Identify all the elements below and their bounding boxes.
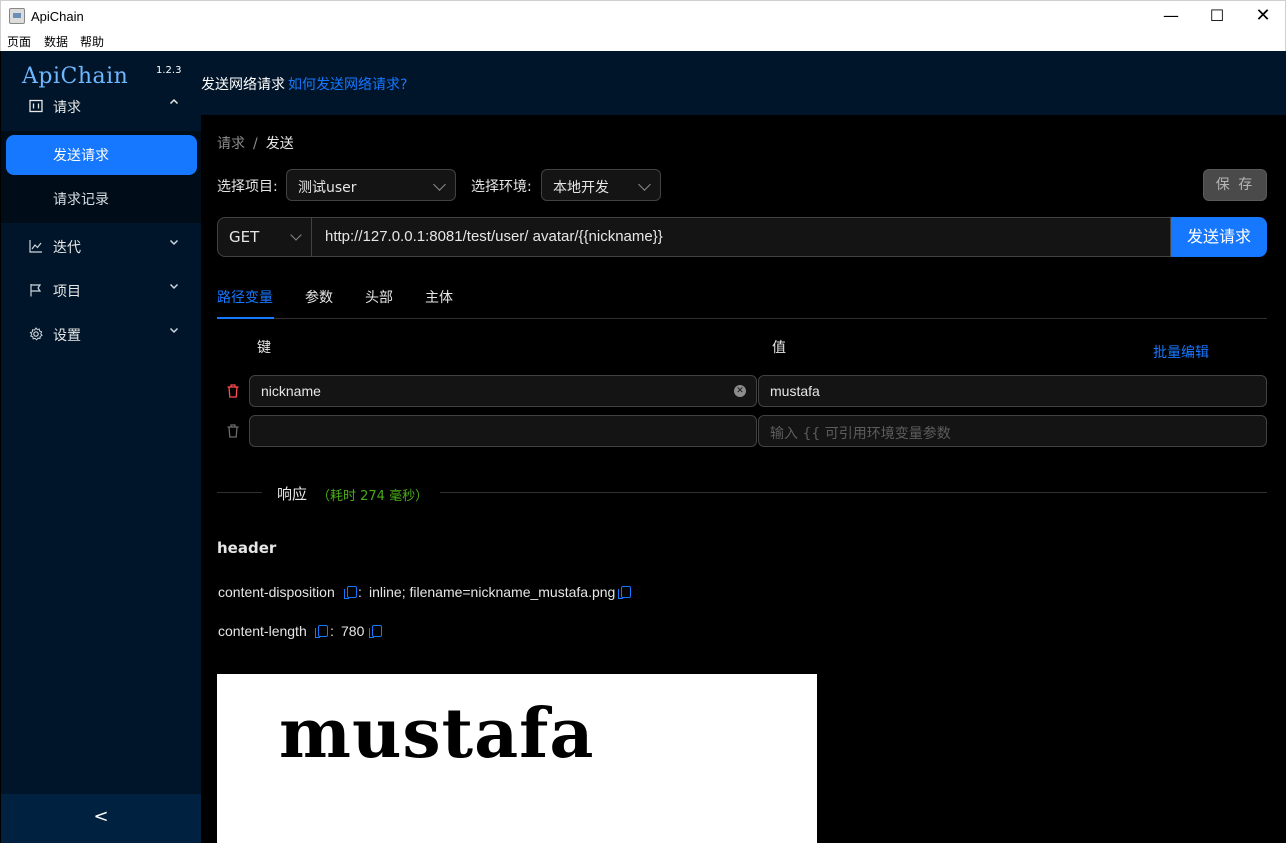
response-title: 响应 bbox=[277, 485, 308, 503]
tab-path-variables[interactable]: 路径变量 bbox=[217, 287, 273, 307]
breadcrumb-parent[interactable]: 请求 bbox=[217, 136, 245, 152]
tab-body[interactable]: 主体 bbox=[425, 287, 453, 307]
sidebar-collapse-button[interactable]: < bbox=[1, 794, 201, 843]
clear-icon[interactable]: ✕ bbox=[734, 385, 746, 397]
delete-icon[interactable] bbox=[227, 424, 239, 438]
breadcrumb-current: 发送 bbox=[265, 136, 294, 152]
window-titlebar: ApiChain — ☐ ✕ bbox=[0, 0, 1286, 31]
param-key-value: nickname bbox=[261, 383, 321, 399]
chevron-down-icon bbox=[169, 324, 179, 338]
sidebar-item-request-history[interactable]: 请求记录 bbox=[6, 179, 197, 219]
breadcrumb-separator: / bbox=[253, 136, 258, 152]
menu-page[interactable]: 页面 bbox=[7, 33, 31, 50]
sidebar-group-label: 迭代 bbox=[53, 240, 81, 256]
app-icon bbox=[9, 8, 25, 24]
copy-icon[interactable] bbox=[618, 586, 631, 599]
param-value-input-empty[interactable]: 输入 {{ 可引用环境变量参数 bbox=[758, 415, 1267, 447]
sidebar-item-label: 请求记录 bbox=[53, 192, 109, 208]
tab-headers[interactable]: 头部 bbox=[365, 287, 393, 307]
param-key-input[interactable]: nickname ✕ bbox=[249, 375, 757, 407]
maximize-button[interactable]: ☐ bbox=[1194, 1, 1240, 32]
sidebar-item-label: 发送请求 bbox=[53, 148, 109, 164]
method-select[interactable]: GET bbox=[217, 217, 312, 257]
response-header-key: content-length bbox=[218, 623, 307, 639]
version-label: 1.2.3 bbox=[156, 65, 182, 76]
sidebar-item-send-request[interactable]: 发送请求 bbox=[6, 135, 197, 175]
project-flag-icon bbox=[30, 284, 42, 297]
param-value-placeholder: 输入 {{ 可引用环境变量参数 bbox=[770, 426, 951, 442]
divider bbox=[217, 492, 262, 493]
response-time: （耗时 274 毫秒） bbox=[317, 489, 429, 504]
value-column-header: 值 bbox=[772, 340, 786, 356]
menu-help[interactable]: 帮助 bbox=[80, 33, 104, 50]
tab-params[interactable]: 参数 bbox=[305, 287, 333, 307]
sidebar-group-label: 设置 bbox=[53, 328, 81, 344]
sidebar-group-iteration[interactable]: 迭代 bbox=[1, 227, 201, 267]
window-title: ApiChain bbox=[31, 9, 84, 24]
sidebar-group-label: 请求 bbox=[53, 100, 81, 116]
app-logo: ApiChain bbox=[22, 64, 129, 89]
response-header-value: 780 bbox=[341, 623, 365, 639]
divider bbox=[440, 492, 1267, 493]
chevron-left-icon: < bbox=[93, 806, 109, 827]
response-header-sep: : bbox=[330, 623, 334, 639]
param-value-value: mustafa bbox=[770, 383, 820, 399]
chevron-down-icon bbox=[169, 236, 179, 250]
sidebar-group-request[interactable]: 请求 bbox=[1, 87, 201, 127]
key-column-header: 键 bbox=[257, 340, 271, 356]
delete-icon[interactable] bbox=[227, 384, 239, 398]
request-icon bbox=[29, 99, 43, 113]
param-value-input[interactable]: mustafa bbox=[758, 375, 1267, 407]
project-select-value: 测试user bbox=[298, 180, 357, 196]
param-key-input-empty[interactable] bbox=[249, 415, 757, 447]
breadcrumb: 请求 / 发送 bbox=[217, 133, 294, 153]
send-request-button[interactable]: 发送请求 bbox=[1171, 217, 1267, 257]
url-input[interactable]: http://127.0.0.1:8081/test/user/ avatar/… bbox=[312, 217, 1171, 257]
request-tabs: 路径变量 参数 头部 主体 bbox=[217, 276, 1267, 319]
page-header-title: 发送网络请求 bbox=[201, 77, 285, 93]
menu-data[interactable]: 数据 bbox=[44, 33, 68, 50]
chevron-up-icon bbox=[169, 96, 179, 110]
copy-icon[interactable] bbox=[315, 625, 328, 638]
url-value: http://127.0.0.1:8081/test/user/ avatar/… bbox=[325, 228, 663, 245]
minimize-button[interactable]: — bbox=[1148, 1, 1194, 32]
env-select-value: 本地开发 bbox=[553, 180, 609, 196]
response-image: mustafa bbox=[217, 674, 817, 843]
page-header: 发送网络请求 如何发送网络请求? bbox=[201, 51, 1286, 115]
help-link[interactable]: 如何发送网络请求? bbox=[288, 74, 407, 94]
chevron-down-icon bbox=[290, 229, 302, 241]
sidebar: ApiChain 1.2.3 请求 发送请求 请求记录 迭代 项目 设置 < bbox=[1, 51, 201, 843]
response-image-text: mustafa bbox=[279, 694, 595, 774]
sidebar-group-project[interactable]: 项目 bbox=[1, 271, 201, 311]
env-select-label: 选择环境: bbox=[471, 179, 532, 195]
bulk-edit-link[interactable]: 批量编辑 bbox=[1153, 342, 1209, 362]
response-header-sep: : bbox=[358, 584, 362, 600]
sidebar-group-label: 项目 bbox=[53, 284, 81, 300]
sidebar-group-settings[interactable]: 设置 bbox=[1, 315, 201, 355]
close-button[interactable]: ✕ bbox=[1240, 1, 1286, 32]
sidebar-submenu: 发送请求 请求记录 bbox=[1, 131, 201, 223]
copy-icon[interactable] bbox=[369, 625, 382, 638]
response-header-title: header bbox=[217, 539, 277, 557]
response-header-value: inline; filename=nickname_mustafa.png bbox=[369, 584, 616, 600]
save-button[interactable]: 保 存 bbox=[1203, 169, 1267, 201]
project-select[interactable]: 测试user bbox=[286, 169, 456, 201]
method-value: GET bbox=[229, 228, 260, 246]
settings-gear-icon bbox=[29, 327, 43, 341]
menubar: 页面 数据 帮助 bbox=[0, 31, 1286, 51]
chevron-down-icon bbox=[638, 178, 651, 191]
copy-icon[interactable] bbox=[344, 586, 357, 599]
iteration-chart-icon bbox=[29, 240, 42, 253]
project-select-label: 选择项目: bbox=[217, 179, 278, 195]
chevron-down-icon bbox=[433, 178, 446, 191]
env-select[interactable]: 本地开发 bbox=[541, 169, 661, 201]
response-header-key: content-disposition bbox=[218, 584, 335, 600]
tab-active-indicator bbox=[217, 317, 274, 319]
chevron-down-icon bbox=[169, 280, 179, 294]
